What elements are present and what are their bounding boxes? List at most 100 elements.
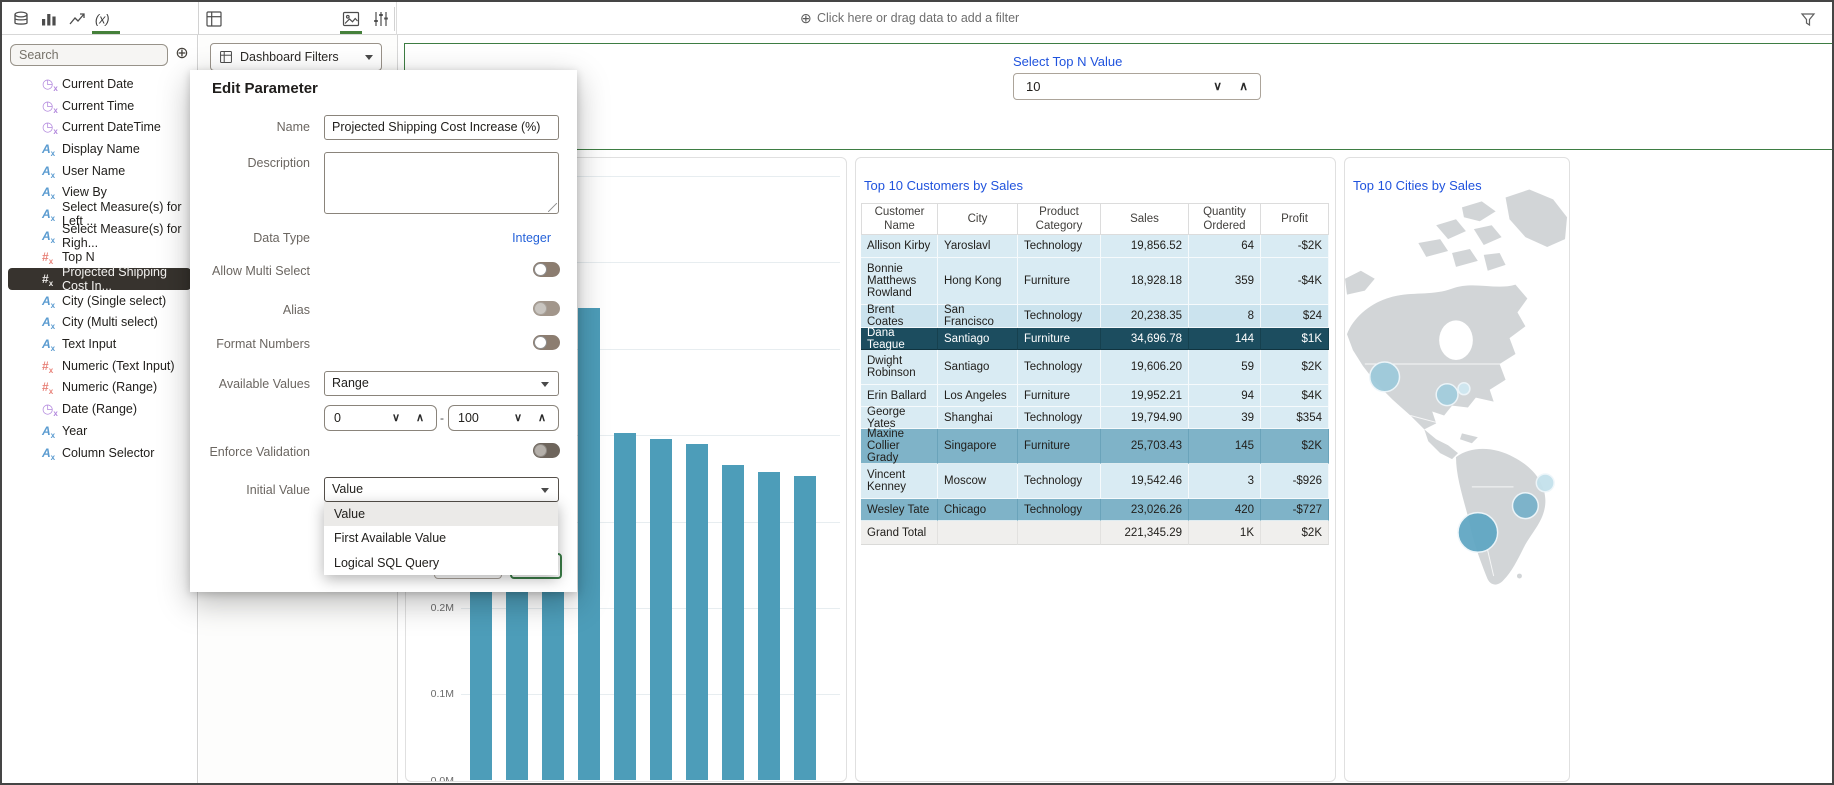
available-values-select[interactable]: Range — [324, 371, 559, 396]
top-toolbar: (x) ⊕ Click here or drag data to add a f… — [2, 2, 1832, 35]
bar[interactable] — [614, 433, 636, 780]
city-bubble[interactable] — [1513, 493, 1539, 519]
table-cell: $2K — [1261, 429, 1329, 464]
sidebar-item[interactable]: #xNumeric (Text Input) — [2, 355, 197, 377]
hudson-bay — [1439, 320, 1473, 360]
table-cell: $2K — [1261, 521, 1329, 545]
table-cell: 59 — [1189, 350, 1261, 385]
table-row[interactable]: Dwight RobinsonSantiagoTechnology19,606.… — [861, 350, 1329, 385]
gridline — [461, 781, 840, 782]
chevron-down-icon — [365, 55, 373, 60]
hash-icon: #x — [42, 250, 62, 264]
column-header[interactable]: City — [938, 203, 1018, 235]
table-row[interactable]: Grand Total221,345.291K$2K — [861, 521, 1329, 545]
table-cell: 3 — [1189, 464, 1261, 499]
sidebar-item[interactable]: AxColumn Selector — [2, 442, 197, 464]
column-header[interactable]: Quantity Ordered — [1189, 203, 1261, 235]
column-header[interactable]: Product Category — [1018, 203, 1101, 235]
dropdown-option[interactable]: Value — [324, 502, 558, 526]
resize-handle[interactable] — [548, 203, 557, 212]
table-row[interactable]: Maxine Collier GradySingaporeFurniture25… — [861, 429, 1329, 464]
range-min-stepper[interactable]: 0 ∨ ∧ — [324, 405, 437, 431]
analytics-trend-icon[interactable] — [68, 10, 86, 28]
range-max-stepper[interactable]: 100 ∨ ∧ — [448, 405, 559, 431]
sidebar-item-label: Projected Shipping Cost In... — [62, 265, 191, 293]
bar[interactable] — [758, 472, 780, 780]
bubble-map — [1345, 158, 1569, 782]
search-input[interactable]: Search — [10, 44, 168, 66]
city-bubble[interactable] — [1458, 383, 1470, 395]
chevron-up-icon[interactable]: ∧ — [538, 406, 546, 430]
table-row[interactable]: George YatesShanghaiTechnology19,794.903… — [861, 407, 1329, 429]
table-cell: Grand Total — [861, 521, 938, 545]
dashboard-filters-dropdown[interactable]: Dashboard Filters — [210, 43, 382, 71]
initial-value-value: Value — [332, 482, 363, 496]
column-header[interactable]: Sales — [1101, 203, 1189, 235]
sidebar-item[interactable]: ◷xCurrent Time — [2, 95, 197, 117]
filter-bar[interactable]: ⊕ Click here or drag data to add a filte… — [396, 2, 1832, 35]
bar[interactable] — [794, 476, 816, 780]
chevron-up-icon[interactable]: ∧ — [1239, 74, 1248, 99]
table-row[interactable]: Erin BallardLos AngelesFurniture19,952.2… — [861, 385, 1329, 407]
table-cell: 39 — [1189, 407, 1261, 429]
sidebar-item[interactable]: AxYear — [2, 420, 197, 442]
dropdown-option[interactable]: Logical SQL Query — [324, 551, 558, 575]
sidebar-item[interactable]: AxCity (Single select) — [2, 290, 197, 312]
sidebar-item[interactable]: AxText Input — [2, 333, 197, 355]
column-header[interactable]: Customer Name — [861, 203, 938, 235]
city-bubble[interactable] — [1458, 513, 1498, 553]
bar[interactable] — [578, 308, 600, 780]
city-bubble[interactable] — [1436, 384, 1458, 406]
table-row[interactable]: Bonnie Matthews RowlandHong KongFurnitur… — [861, 258, 1329, 305]
bar[interactable] — [650, 439, 672, 780]
top-n-stepper[interactable]: 10 ∨ ∧ — [1013, 73, 1261, 100]
pivot-grid-icon[interactable] — [205, 10, 223, 28]
sidebar-item-label: User Name — [62, 164, 125, 178]
table-cell: Technology — [1018, 407, 1101, 429]
map-card[interactable]: Top 10 Cities by Sales — [1344, 157, 1570, 782]
data-icon[interactable] — [12, 10, 30, 28]
city-bubble[interactable] — [1536, 474, 1554, 492]
allow-multi-select-toggle[interactable] — [533, 262, 560, 277]
table-cell: 8 — [1189, 305, 1261, 328]
sidebar-item[interactable]: ◷xDate (Range) — [2, 398, 197, 420]
data-type-link[interactable]: Integer — [324, 231, 551, 245]
table-row[interactable]: Dana TeagueSantiagoFurniture34,696.78144… — [861, 328, 1329, 350]
table-row[interactable]: Vincent KenneyMoscowTechnology19,542.463… — [861, 464, 1329, 499]
name-field[interactable]: Projected Shipping Cost Increase (%) — [324, 115, 559, 140]
sidebar-item[interactable]: #xProjected Shipping Cost In... — [8, 268, 191, 290]
column-header[interactable]: Profit — [1261, 203, 1329, 235]
image-icon[interactable] — [342, 10, 360, 28]
table-cell: $24 — [1261, 305, 1329, 328]
chevron-down-icon[interactable]: ∨ — [392, 406, 400, 430]
customers-table-card[interactable]: Top 10 Customers by Sales Customer NameC… — [855, 157, 1336, 782]
sidebar-item[interactable]: ◷xCurrent DateTime — [2, 116, 197, 138]
visualizations-icon[interactable] — [40, 10, 58, 28]
initial-value-select[interactable]: Value — [324, 477, 559, 502]
sidebar-item[interactable]: AxCity (Multi select) — [2, 312, 197, 334]
sidebar-item[interactable]: AxUser Name — [2, 160, 197, 182]
bar[interactable] — [686, 444, 708, 780]
chevron-down-icon[interactable]: ∨ — [1213, 74, 1222, 99]
sidebar-item[interactable]: ◷xCurrent Date — [2, 73, 197, 95]
add-parameter-button[interactable]: ⊕ — [173, 45, 191, 63]
format-numbers-toggle[interactable] — [533, 335, 560, 350]
table-header-row: Customer NameCityProduct CategorySalesQu… — [861, 203, 1329, 235]
sliders-icon[interactable] — [372, 10, 390, 28]
description-field[interactable] — [324, 152, 559, 214]
bar[interactable] — [722, 465, 744, 780]
sidebar-item[interactable]: #xNumeric (Range) — [2, 377, 197, 399]
sidebar-item[interactable]: AxSelect Measure(s) for Righ... — [2, 225, 197, 247]
sidebar-item[interactable]: AxDisplay Name — [2, 138, 197, 160]
dropdown-option[interactable]: First Available Value — [324, 526, 558, 550]
table-cell: Brent Coates — [861, 305, 938, 328]
table-row[interactable]: Brent CoatesSan FranciscoTechnology20,23… — [861, 305, 1329, 328]
city-bubble[interactable] — [1370, 362, 1400, 392]
parameters-icon[interactable]: (x) — [94, 10, 120, 28]
chevron-down-icon[interactable]: ∨ — [514, 406, 522, 430]
filter-funnel-icon[interactable] — [1800, 10, 1816, 28]
chevron-up-icon[interactable]: ∧ — [416, 406, 424, 430]
table-row[interactable]: Wesley TateChicagoTechnology23,026.26420… — [861, 499, 1329, 521]
dashboard-filters-icon — [219, 50, 233, 64]
table-row[interactable]: Allison KirbyYaroslavlTechnology19,856.5… — [861, 235, 1329, 258]
